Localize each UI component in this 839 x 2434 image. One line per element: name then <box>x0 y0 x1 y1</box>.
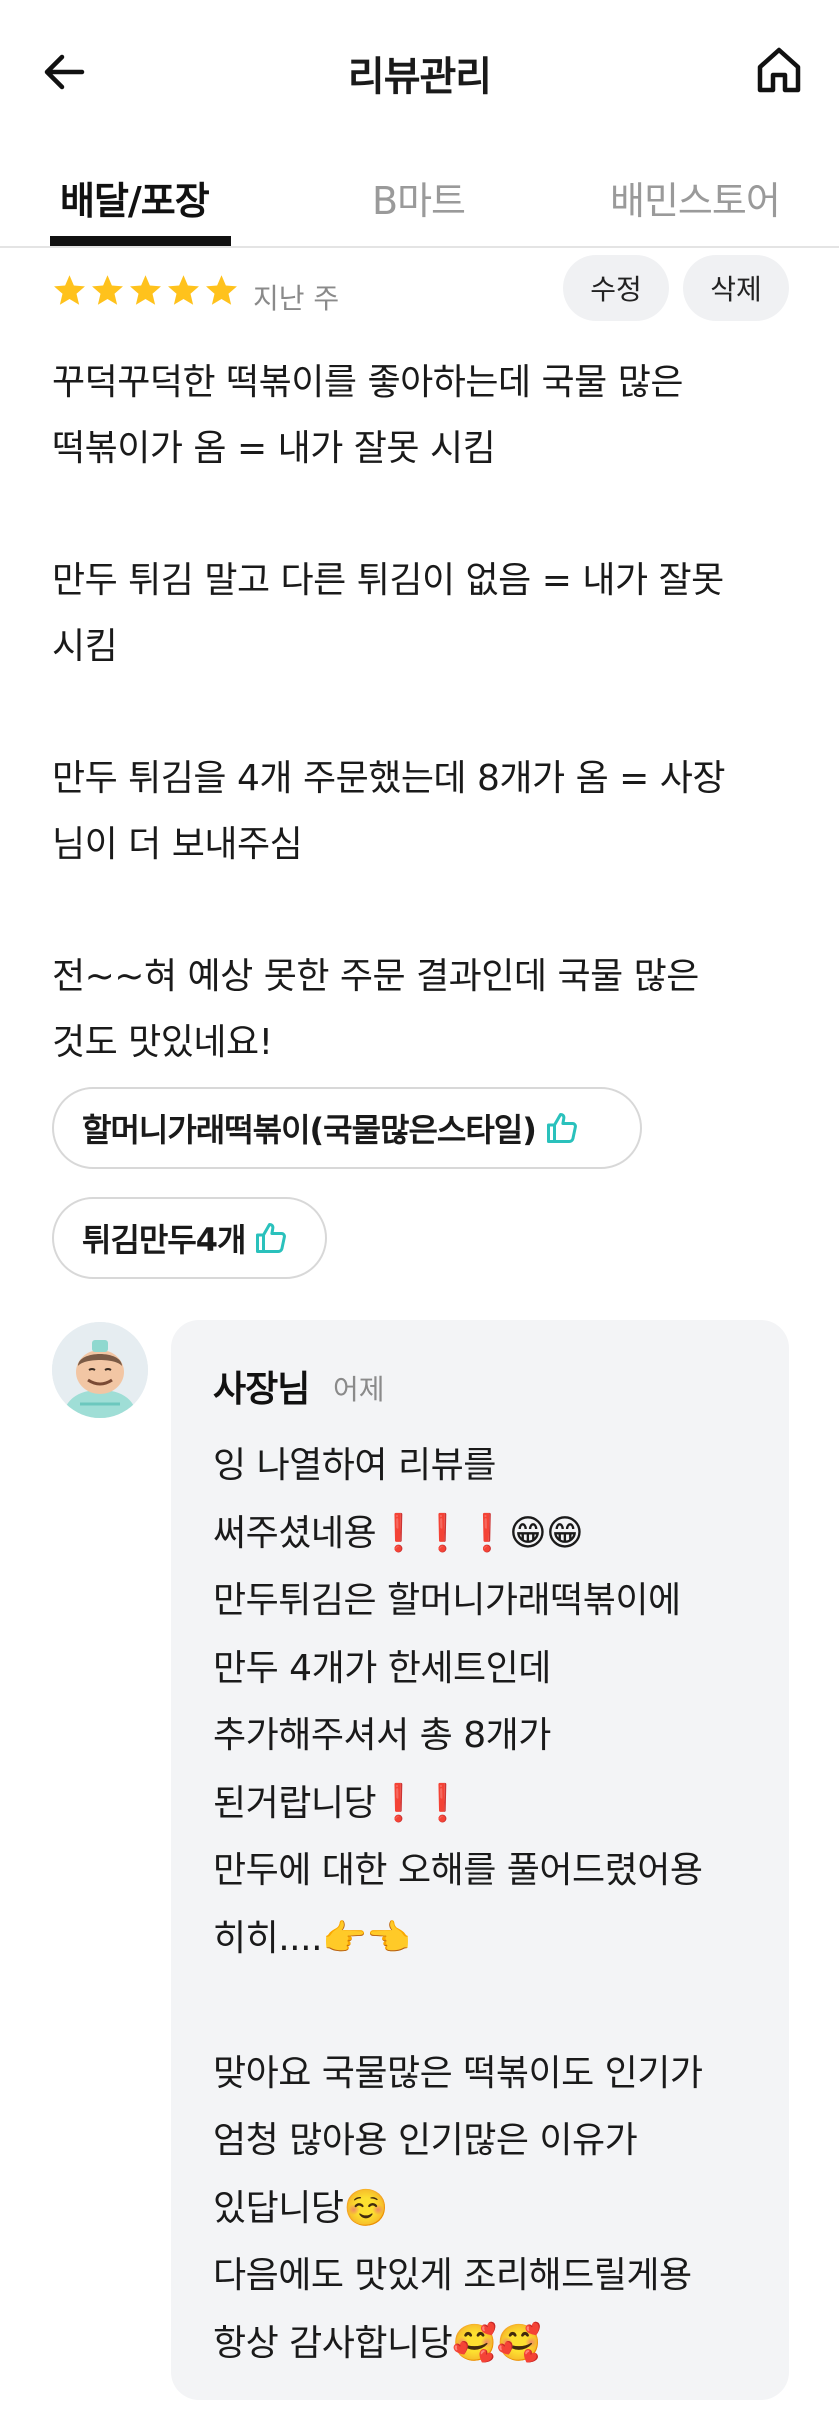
owner-avatar-image <box>52 1322 148 1418</box>
page-title: 리뷰관리 <box>347 54 492 100</box>
home-button[interactable] <box>749 40 809 100</box>
tab-baemin-store[interactable]: 배민스토어 <box>610 170 781 225</box>
review-text: 꾸덕꾸덕한 떡볶이를 좋아하는데 국물 많은 떡볶이가 옴 = 내가 잘못 시킴… <box>52 362 726 1063</box>
app-header: 리뷰관리 <box>0 0 839 148</box>
reply-author: 사장님 <box>213 1369 310 1410</box>
reply-text: 잉 나열하여 리뷰를 써주셨네용❗❗❗😁😁 만두튀김은 할머니가래떡볶이에 만두… <box>213 1445 703 2364</box>
review-meta: 지난 주 수정 삭제 <box>0 255 839 327</box>
active-tab-indicator <box>50 236 231 246</box>
rating-stars <box>52 273 239 308</box>
tab-delivery[interactable]: 배달/포장 <box>60 170 210 225</box>
menu-item-chip: 튀김만두4개 <box>52 1197 327 1279</box>
tab-bmart[interactable]: B마트 <box>372 170 466 225</box>
star-icon <box>168 275 199 305</box>
edit-button[interactable]: 수정 <box>563 255 669 321</box>
star-icon <box>206 275 237 305</box>
reply-date: 어제 <box>333 1373 385 1406</box>
review-date: 지난 주 <box>253 282 340 315</box>
delete-button[interactable]: 삭제 <box>683 255 789 321</box>
star-icon <box>130 275 161 305</box>
owner-reply: 사장님 어제 잉 나열하여 리뷰를 써주셨네용❗❗❗😁😁 만두튀김은 할머니가래… <box>171 1320 789 2400</box>
menu-item-label: 할머니가래떡볶이(국물많은스타일) <box>82 1111 537 1149</box>
menu-item-chip: 할머니가래떡볶이(국물많은스타일) <box>52 1087 642 1169</box>
owner-avatar <box>52 1322 148 1418</box>
star-icon <box>54 275 85 305</box>
thumbs-up-icon <box>546 1113 577 1143</box>
menu-item-label: 튀김만두4개 <box>82 1221 246 1259</box>
home-icon <box>757 47 801 93</box>
tab-bar: 배달/포장 B마트 배민스토어 <box>0 160 839 248</box>
thumbs-up-icon <box>256 1223 287 1253</box>
star-icon <box>92 275 123 305</box>
